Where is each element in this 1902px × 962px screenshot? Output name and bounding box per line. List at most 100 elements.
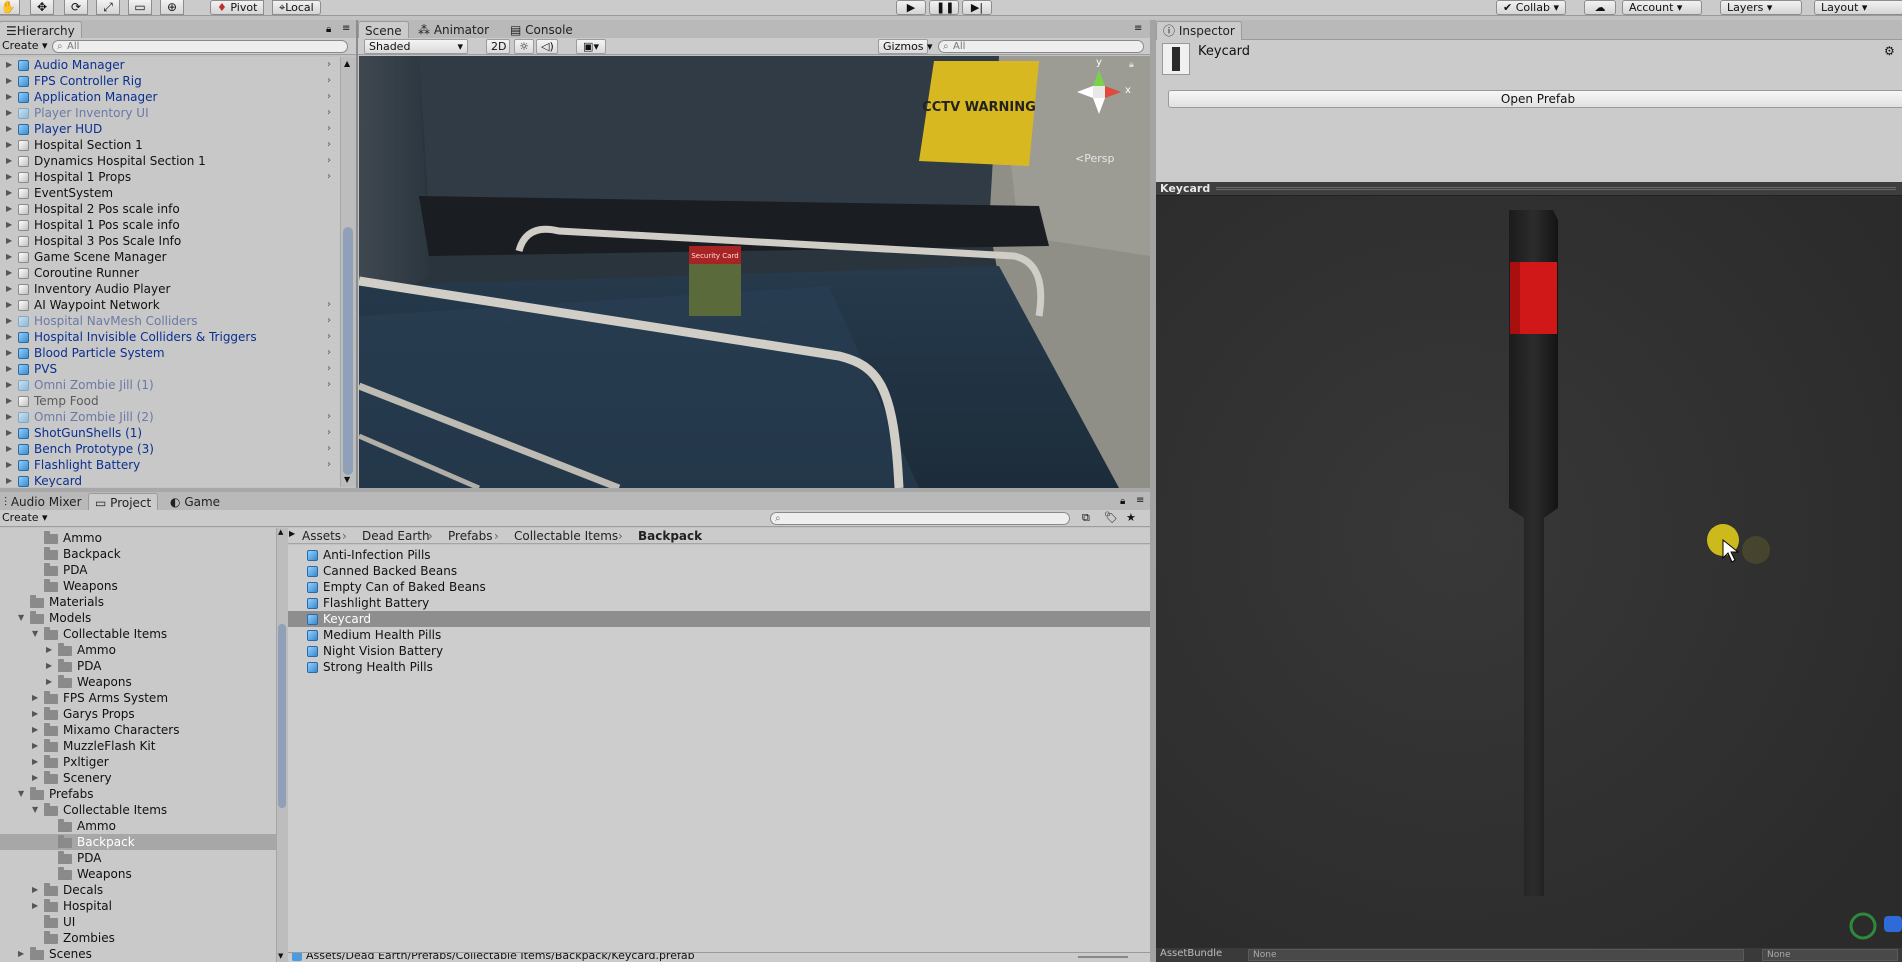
asset-item[interactable]: Empty Can of Baked Beans <box>288 579 1150 595</box>
assetbundle-dropdown[interactable]: None <box>1248 949 1744 961</box>
expand-triangle-icon[interactable]: ▶ <box>6 297 12 313</box>
expand-triangle-icon[interactable]: ▶ <box>6 201 12 217</box>
settings-gear-icon[interactable]: ⚙ <box>1884 44 1895 58</box>
expand-triangle-icon[interactable]: ▼ <box>18 610 24 626</box>
expand-triangle-icon[interactable]: ▶ <box>6 57 12 73</box>
expand-triangle-icon[interactable]: ▶ <box>6 377 12 393</box>
lock-icon[interactable]: 🔒︎ <box>326 24 331 35</box>
folder-tree-item[interactable]: Ammo <box>58 818 240 834</box>
folder-tree-item[interactable]: Backpack <box>44 546 240 562</box>
chevron-right-icon[interactable]: › <box>327 153 331 169</box>
expand-triangle-icon[interactable]: ▼ <box>32 626 38 642</box>
project-search-input[interactable]: ⌕ <box>770 512 1070 525</box>
collapse-triangle-icon[interactable]: ▶ <box>32 722 38 738</box>
expand-triangle-icon[interactable]: ▶ <box>6 473 12 487</box>
scroll-down-icon[interactable]: ▼ <box>344 475 350 484</box>
collapse-triangle-icon[interactable]: ▶ <box>32 898 38 914</box>
collab-dropdown[interactable]: ✔ Collab ▾ <box>1496 0 1566 15</box>
folder-tree-item[interactable]: Ammo <box>44 530 240 546</box>
step-button[interactable]: ▶| <box>962 0 992 15</box>
panel-menu-icon[interactable]: ≡ <box>1136 495 1144 506</box>
expand-triangle-icon[interactable]: ▶ <box>6 313 12 329</box>
rotate-tool-icon[interactable]: ⟳ <box>64 0 88 15</box>
expand-triangle-icon[interactable]: ▶ <box>6 185 12 201</box>
hierarchy-item[interactable]: ▶ ShotGunShells (1) › <box>0 425 340 441</box>
chevron-right-icon[interactable]: › <box>327 105 331 121</box>
hand-tool-icon[interactable]: ✋ <box>0 0 20 15</box>
hierarchy-item[interactable]: ▶ Omni Zombie Jill (2) › <box>0 409 340 425</box>
folder-tree-item[interactable]: ▶ Hospital <box>32 898 240 914</box>
breadcrumb-item[interactable]: Collectable Items <box>514 528 618 544</box>
open-prefab-button[interactable]: Open Prefab <box>1168 90 1902 108</box>
expand-triangle-icon[interactable]: ▶ <box>6 105 12 121</box>
collapse-triangle-icon[interactable]: ▶ <box>289 529 295 538</box>
hierarchy-item[interactable]: ▶ Game Scene Manager <box>0 249 340 265</box>
hierarchy-item[interactable]: ▶ Hospital 2 Pos scale info <box>0 201 340 217</box>
folder-tree-item[interactable]: ▶ Weapons <box>46 674 240 690</box>
hierarchy-scroll-thumb[interactable] <box>343 227 353 475</box>
folder-tree-item[interactable]: ▼ Collectable Items <box>32 802 240 818</box>
expand-triangle-icon[interactable]: ▶ <box>6 425 12 441</box>
expand-triangle-icon[interactable]: ▶ <box>6 153 12 169</box>
folder-tree-item[interactable]: ▶ Mixamo Characters <box>32 722 240 738</box>
expand-triangle-icon[interactable]: ▶ <box>6 441 12 457</box>
chevron-right-icon[interactable]: › <box>327 329 331 345</box>
scale-tool-icon[interactable]: ⤢ <box>96 0 120 15</box>
scene-orientation-gizmo[interactable]: y x 🔒︎ <box>1059 57 1139 130</box>
expand-triangle-icon[interactable]: ▶ <box>6 329 12 345</box>
chevron-right-icon[interactable]: › <box>327 169 331 185</box>
breadcrumb-item[interactable]: Assets <box>302 528 341 544</box>
folder-tree-item[interactable]: ▶ Ammo <box>46 642 240 658</box>
audio-toggle[interactable]: ◁) <box>536 39 558 54</box>
collapse-triangle-icon[interactable]: ▶ <box>46 658 52 674</box>
chevron-right-icon[interactable]: › <box>327 361 331 377</box>
folder-tree-item[interactable]: Weapons <box>58 866 240 882</box>
asset-item[interactable]: Strong Health Pills <box>288 659 1150 675</box>
asset-item[interactable]: Keycard <box>288 611 1150 627</box>
expand-triangle-icon[interactable]: ▶ <box>6 361 12 377</box>
lighting-toggle[interactable]: ☼ <box>514 39 534 54</box>
horizontal-splitter[interactable] <box>0 488 1150 492</box>
collapse-triangle-icon[interactable]: ▶ <box>32 738 38 754</box>
folder-tree-item[interactable]: PDA <box>58 850 240 866</box>
chevron-right-icon[interactable]: › <box>327 89 331 105</box>
panel-menu-icon[interactable]: ≡ <box>1134 23 1142 34</box>
chevron-right-icon[interactable]: › <box>327 409 331 425</box>
project-create-dropdown[interactable]: Create ▾ <box>0 511 52 526</box>
folder-tree-item[interactable]: Backpack <box>0 834 276 850</box>
favorite-star-icon[interactable]: ★ <box>1126 511 1136 524</box>
hierarchy-item[interactable]: ▶ Player Inventory UI › <box>0 105 340 121</box>
gizmos-dropdown[interactable]: Gizmos ▾ <box>878 39 933 54</box>
play-button[interactable]: ▶ <box>896 0 926 15</box>
hierarchy-item[interactable]: ▶ Temp Food <box>0 393 340 409</box>
collapse-triangle-icon[interactable]: ▶ <box>46 642 52 658</box>
lock-icon[interactable]: 🔒︎ <box>1120 496 1125 507</box>
folder-tree-item[interactable]: ▼ Prefabs <box>18 786 240 802</box>
scroll-down-icon[interactable]: ▼ <box>278 952 283 960</box>
hierarchy-item[interactable]: ▶ Hospital 1 Pos scale info <box>0 217 340 233</box>
expand-triangle-icon[interactable]: ▶ <box>6 265 12 281</box>
collapse-triangle-icon[interactable]: ▶ <box>32 882 38 898</box>
breadcrumb-item[interactable]: Prefabs <box>448 528 493 544</box>
expand-triangle-icon[interactable]: ▶ <box>6 281 12 297</box>
folder-tree-item[interactable]: ▼ Models <box>18 610 240 626</box>
hierarchy-item[interactable]: ▶ Omni Zombie Jill (1) › <box>0 377 340 393</box>
expand-triangle-icon[interactable]: ▶ <box>6 233 12 249</box>
hierarchy-item[interactable]: ▶ Blood Particle System › <box>0 345 340 361</box>
asset-item[interactable]: Anti-Infection Pills <box>288 547 1150 563</box>
panel-menu-icon[interactable]: ≡ <box>342 23 350 34</box>
effects-dropdown[interactable]: ▣▾ <box>576 39 606 54</box>
breadcrumb-item[interactable]: Backpack <box>638 528 702 544</box>
gizmo-lock-icon[interactable]: 🔒︎ <box>1129 60 1134 70</box>
transform-tool-icon[interactable]: ⊕ <box>160 0 184 15</box>
expand-triangle-icon[interactable]: ▶ <box>6 121 12 137</box>
folder-tree-item[interactable]: ▶ Scenes <box>18 946 240 962</box>
persp-toggle[interactable]: <Persp <box>1075 152 1114 165</box>
local-toggle[interactable]: ⌖Local <box>272 0 321 15</box>
asset-item[interactable]: Night Vision Battery <box>288 643 1150 659</box>
chevron-right-icon[interactable]: › <box>327 137 331 153</box>
folder-tree-item[interactable]: ▼ Collectable Items <box>32 626 240 642</box>
hierarchy-item[interactable]: ▶ Application Manager › <box>0 89 340 105</box>
hierarchy-item[interactable]: ▶ Flashlight Battery › <box>0 457 340 473</box>
hierarchy-create-dropdown[interactable]: Create ▾ <box>0 39 52 54</box>
